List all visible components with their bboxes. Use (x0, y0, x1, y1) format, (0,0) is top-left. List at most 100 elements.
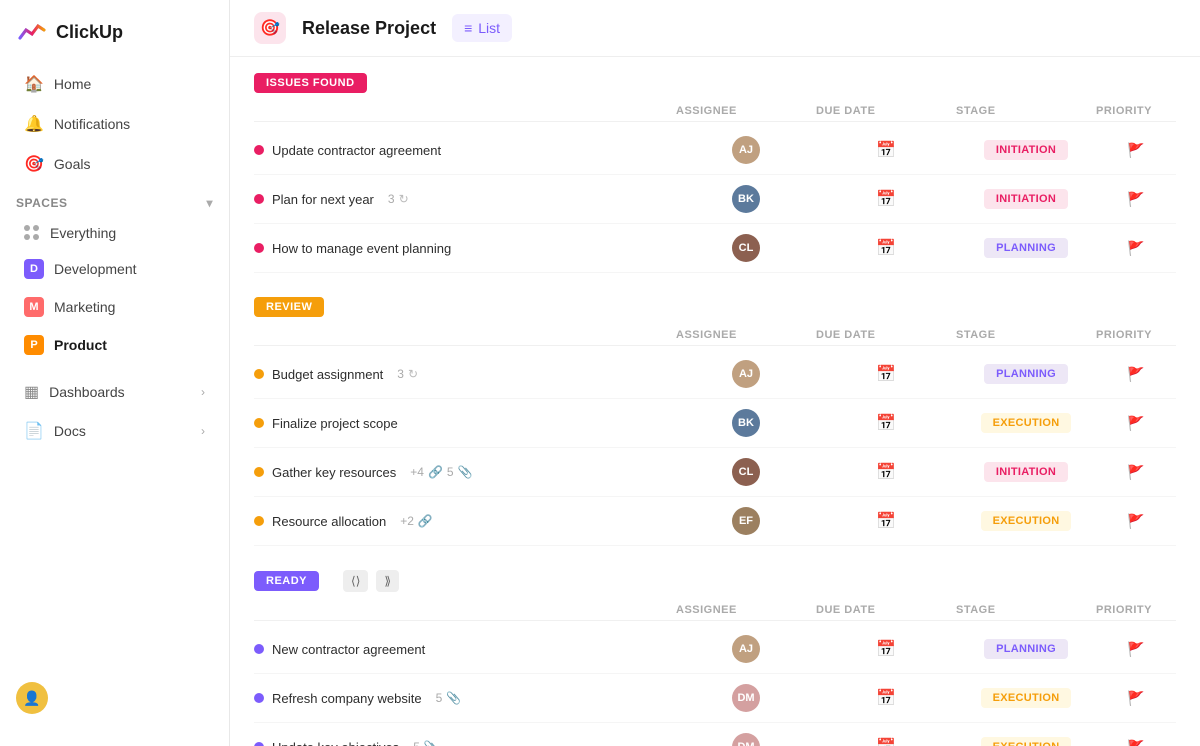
task-name-cell: New contractor agreement (254, 642, 676, 657)
col-assignee: ASSIGNEE (676, 105, 816, 117)
assignee-cell: CL (676, 234, 816, 262)
task-label: Plan for next year (272, 192, 374, 207)
sidebar-item-docs[interactable]: 📄 Docs › (8, 412, 221, 450)
col-stage: STAGE (956, 105, 1096, 117)
table-row[interactable]: Budget assignment 3 ↻ AJ 📅 PLANNING 🚩 (254, 350, 1176, 399)
stage-cell: INITIATION (956, 140, 1096, 160)
table-row[interactable]: Resource allocation +2 🔗 EF 📅 EXECUTION (254, 497, 1176, 546)
col-assignee: ASSIGNEE (676, 604, 816, 616)
task-label: How to manage event planning (272, 241, 451, 256)
review-badge: REVIEW (254, 297, 324, 317)
task-name-cell: Finalize project scope (254, 416, 676, 431)
table-row[interactable]: Plan for next year 3 ↻ BK 📅 INITIATION 🚩 (254, 175, 1176, 224)
task-dot (254, 516, 264, 526)
stage-badge: EXECUTION (981, 511, 1072, 531)
stage-cell: PLANNING (956, 238, 1096, 258)
bell-icon: 🔔 (24, 114, 44, 134)
table-row[interactable]: Finalize project scope BK 📅 EXECUTION 🚩 (254, 399, 1176, 448)
stage-badge: EXECUTION (981, 737, 1072, 746)
sidebar-item-home[interactable]: 🏠 Home (8, 65, 221, 103)
task-dot (254, 418, 264, 428)
stage-badge: EXECUTION (981, 413, 1072, 433)
task-name-cell: Plan for next year 3 ↻ (254, 192, 676, 207)
stage-cell: INITIATION (956, 462, 1096, 482)
assignee-cell: BK (676, 409, 816, 437)
list-content: ISSUES FOUND ASSIGNEE DUE DATE STAGE PRI… (230, 57, 1200, 746)
spaces-title: Spaces (16, 196, 67, 210)
table-row[interactable]: Refresh company website 5 📎 DM 📅 EXECUTI… (254, 674, 1176, 723)
table-row[interactable]: New contractor agreement AJ 📅 PLANNING 🚩 (254, 625, 1176, 674)
sidebar-item-development[interactable]: D Development (8, 251, 221, 287)
avatar: DM (732, 733, 760, 746)
stage-badge: EXECUTION (981, 688, 1072, 708)
assignee-cell: AJ (676, 635, 816, 663)
stage-badge: PLANNING (984, 639, 1068, 659)
priority-icon: 🚩 (1127, 464, 1144, 481)
list-view-icon: ≡ (464, 20, 472, 36)
stage-cell: EXECUTION (956, 688, 1096, 708)
table-row[interactable]: How to manage event planning CL 📅 PLANNI… (254, 224, 1176, 273)
project-icon: 🎯 (254, 12, 286, 44)
col-header-task (254, 105, 676, 117)
logo-area: ClickUp (0, 16, 229, 64)
main-content: 🎯 Release Project ≡ List ISSUES FOUND AS… (230, 0, 1200, 746)
priority-cell: 🚩 (1096, 191, 1176, 208)
stage-badge: PLANNING (984, 364, 1068, 384)
view-tab-list[interactable]: ≡ List (452, 14, 512, 42)
user-avatar[interactable]: 👤 (16, 682, 48, 714)
product-label: Product (54, 337, 107, 353)
ready-header-row: READY ⟨⟩ ⟫ (254, 570, 1176, 592)
stage-cell: EXECUTION (956, 737, 1096, 746)
development-badge: D (24, 259, 44, 279)
priority-icon: 🚩 (1127, 513, 1144, 530)
assignee-cell: DM (676, 733, 816, 746)
extra-sections: ▦ Dashboards › 📄 Docs › (0, 372, 229, 451)
sidebar-item-goals[interactable]: 🎯 Goals (8, 145, 221, 183)
calendar-icon: 📅 (876, 189, 896, 209)
calendar-icon: 📅 (876, 462, 896, 482)
avatar: BK (732, 409, 760, 437)
list-view-label: List (478, 20, 500, 36)
col-priority: PRIORITY (1096, 604, 1176, 616)
task-dot (254, 243, 264, 253)
date-cell: 📅 (816, 238, 956, 258)
review-col-headers: ASSIGNEE DUE DATE STAGE PRIORITY (254, 325, 1176, 346)
assignee-cell: BK (676, 185, 816, 213)
product-badge: P (24, 335, 44, 355)
stage-cell: EXECUTION (956, 413, 1096, 433)
task-name-cell: How to manage event planning (254, 241, 676, 256)
avatar: BK (732, 185, 760, 213)
task-name-cell: Gather key resources +4 🔗 5 📎 (254, 465, 676, 480)
table-row[interactable]: Update contractor agreement AJ 📅 INITIAT… (254, 126, 1176, 175)
task-label: Resource allocation (272, 514, 386, 529)
sidebar: ClickUp 🏠 Home 🔔 Notifications 🎯 Goals S… (0, 0, 230, 746)
avatar: CL (732, 458, 760, 486)
calendar-icon: 📅 (876, 511, 896, 531)
task-meta: 5 📎 (436, 691, 462, 705)
sidebar-item-everything[interactable]: Everything (8, 217, 221, 249)
spaces-chevron[interactable]: ▾ (206, 196, 213, 210)
ctrl-btn-2[interactable]: ⟫ (376, 570, 399, 592)
sidebar-item-dashboards[interactable]: ▦ Dashboards › (8, 373, 221, 411)
assignee-cell: CL (676, 458, 816, 486)
sidebar-item-marketing[interactable]: M Marketing (8, 289, 221, 325)
task-label: Finalize project scope (272, 416, 398, 431)
review-section: REVIEW ASSIGNEE DUE DATE STAGE PRIORITY … (254, 297, 1176, 546)
task-dot (254, 693, 264, 703)
sidebar-item-product[interactable]: P Product (8, 327, 221, 363)
sidebar-item-notifications[interactable]: 🔔 Notifications (8, 105, 221, 143)
calendar-icon: 📅 (876, 238, 896, 258)
date-cell: 📅 (816, 413, 956, 433)
stage-badge: INITIATION (984, 462, 1068, 482)
home-icon: 🏠 (24, 74, 44, 94)
table-row[interactable]: Update key objectives 5 📎 DM 📅 EXECUTION (254, 723, 1176, 746)
sidebar-footer: 👤 (0, 666, 229, 730)
ready-badge: READY (254, 571, 319, 591)
task-meta: 3 ↻ (388, 192, 409, 206)
task-dot (254, 742, 264, 746)
table-row[interactable]: Gather key resources +4 🔗 5 📎 CL 📅 INITI… (254, 448, 1176, 497)
goals-label: Goals (54, 156, 91, 172)
ctrl-btn-1[interactable]: ⟨⟩ (343, 570, 368, 592)
ready-section: READY ⟨⟩ ⟫ ASSIGNEE DUE DATE STAGE PRIOR… (254, 570, 1176, 746)
issues-header-row: ISSUES FOUND (254, 73, 1176, 93)
